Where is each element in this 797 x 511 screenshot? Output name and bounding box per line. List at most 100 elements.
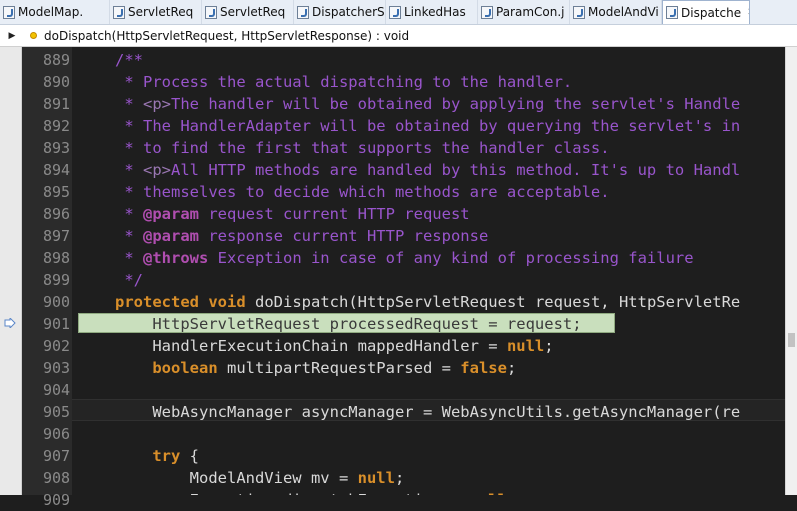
code-token: response current HTTP response xyxy=(199,227,489,245)
overview-ruler[interactable] xyxy=(0,47,22,495)
code-token: ; xyxy=(507,491,516,495)
java-file-icon xyxy=(297,5,309,19)
code-token: @param xyxy=(143,205,199,223)
code-line[interactable]: boolean multipartRequestParsed = false; xyxy=(115,357,516,379)
code-token: HandlerExecutionChain mappedHandler = xyxy=(115,337,507,355)
code-line[interactable]: * @param request current HTTP request xyxy=(115,203,470,225)
code-token: ; xyxy=(506,359,517,377)
editor-tab[interactable]: DispatcherS xyxy=(294,0,386,24)
line-number: 896 xyxy=(43,205,71,223)
editor-tab[interactable]: Dispatche ✕ xyxy=(662,0,750,24)
java-file-icon xyxy=(666,6,678,19)
line-number: 903 xyxy=(43,359,71,377)
code-token: * The HandlerAdapter will be obtained by… xyxy=(115,117,741,135)
code-line[interactable]: try { xyxy=(115,445,199,467)
code-line[interactable]: * @throws Exception in case of any kind … xyxy=(115,247,694,269)
code-token: * themselves to decide which methods are… xyxy=(115,183,610,201)
code-token: <p> xyxy=(143,161,171,179)
editor-tab[interactable]: ServletReq xyxy=(110,0,202,24)
line-number: 893 xyxy=(43,139,71,157)
code-token: * xyxy=(115,249,143,267)
code-line[interactable]: * themselves to decide which methods are… xyxy=(115,181,610,203)
vertical-scrollbar[interactable] xyxy=(785,47,797,495)
code-line[interactable]: * <p>The handler will be obtained by app… xyxy=(115,93,740,115)
line-number: 900 xyxy=(43,293,71,311)
line-number: 895 xyxy=(43,183,71,201)
code-line[interactable]: * to find the first that supports the ha… xyxy=(115,137,610,159)
code-token: * Process the actual dispatching to the … xyxy=(115,73,573,91)
code-token: multipartRequestParsed = xyxy=(217,359,461,377)
code-token: Exception in case of any kind of process… xyxy=(208,249,694,267)
code-line[interactable]: */ xyxy=(115,269,143,291)
code-token: try xyxy=(152,447,181,465)
code-token: /** xyxy=(115,51,143,69)
tab-label: LinkedHas xyxy=(404,5,466,19)
code-line[interactable]: HttpServletRequest processedRequest = re… xyxy=(115,313,582,335)
code-token: doDispatch(HttpServletRequest request, H… xyxy=(245,293,741,311)
tab-label: ServletReq xyxy=(220,5,286,19)
tab-label: ParamCon.j xyxy=(496,5,565,19)
code-token: void xyxy=(208,293,246,311)
code-token: * xyxy=(115,205,143,223)
code-line[interactable]: HandlerExecutionChain mappedHandler = nu… xyxy=(115,335,554,357)
line-number: 890 xyxy=(43,73,71,91)
java-file-icon xyxy=(389,5,401,19)
code-line[interactable]: * The HandlerAdapter will be obtained by… xyxy=(115,115,740,137)
code-line[interactable]: * @param response current HTTP response xyxy=(115,225,488,247)
line-number: 905 xyxy=(43,403,71,421)
line-number: 894 xyxy=(43,161,71,179)
tab-label: ServletReq xyxy=(128,5,194,19)
editor-tab[interactable]: ServletReq xyxy=(202,0,294,24)
code-token: @param xyxy=(143,227,199,245)
close-tab-icon[interactable]: ✕ xyxy=(747,7,749,18)
editor-tab-bar: ModelMap. ServletReq ServletReq DispatcherS… xyxy=(0,0,797,25)
breadcrumb-method[interactable]: doDispatch(HttpServletRequest, HttpServl… xyxy=(44,29,409,43)
code-line[interactable]: /** xyxy=(115,49,143,71)
code-token: */ xyxy=(115,271,143,289)
method-icon xyxy=(30,32,37,39)
code-token: ; xyxy=(544,337,554,355)
code-line[interactable]: * <p>All HTTP methods are handled by thi… xyxy=(115,159,740,181)
code-token: WebAsyncManager asyncManager = WebAsyncU… xyxy=(115,403,741,421)
code-line[interactable]: WebAsyncManager asyncManager = WebAsyncU… xyxy=(115,401,740,423)
code-line[interactable]: ModelAndView mv = null; xyxy=(115,467,405,489)
code-line[interactable]: Exception dispatchException = null; xyxy=(115,489,517,495)
editor-tab[interactable]: ParamCon.j xyxy=(478,0,570,24)
line-number: 892 xyxy=(43,117,71,135)
breadcrumb-arrow-icon[interactable]: ▶ xyxy=(4,31,20,41)
line-number: 902 xyxy=(43,337,71,355)
editor-tab[interactable]: ModelMap. xyxy=(0,0,110,24)
code-token: HttpServletRequest processedRequest = re… xyxy=(115,315,582,333)
code-token: false xyxy=(460,359,507,377)
code-editor[interactable]: /** * Process the actual dispatching to … xyxy=(72,47,785,495)
java-file-icon xyxy=(481,5,493,19)
code-token: <p> xyxy=(143,95,171,113)
breadcrumb: ▶ doDispatch(HttpServletRequest, HttpSer… xyxy=(0,25,797,47)
tab-label: Dispatche xyxy=(681,5,742,20)
instruction-pointer-icon xyxy=(4,318,16,328)
code-token: protected xyxy=(115,293,199,311)
code-token: ; xyxy=(394,469,405,487)
code-token: null xyxy=(357,469,395,487)
tab-label: ModelAndVi xyxy=(588,5,659,19)
code-token: null xyxy=(506,337,545,355)
line-number: 897 xyxy=(43,227,71,245)
code-token: The handler will be obtained by applying… xyxy=(171,95,741,113)
code-token: * to find the first that supports the ha… xyxy=(115,139,610,157)
code-line[interactable]: protected void doDispatch(HttpServletReq… xyxy=(115,291,740,313)
editor-tab[interactable]: ModelAndVi xyxy=(570,0,662,24)
code-token: boolean xyxy=(152,359,218,377)
code-token: request current HTTP request xyxy=(199,205,470,223)
code-token: All HTTP methods are handled by this met… xyxy=(171,161,741,179)
java-file-icon xyxy=(205,5,217,19)
tab-label: DispatcherS xyxy=(312,5,385,19)
scrollbar-thumb[interactable] xyxy=(788,333,795,347)
editor-tab[interactable]: LinkedHas xyxy=(386,0,478,24)
line-number: 906 xyxy=(43,425,71,443)
java-file-icon xyxy=(573,5,585,19)
java-file-icon xyxy=(113,5,125,19)
code-line[interactable]: * Process the actual dispatching to the … xyxy=(115,71,572,93)
